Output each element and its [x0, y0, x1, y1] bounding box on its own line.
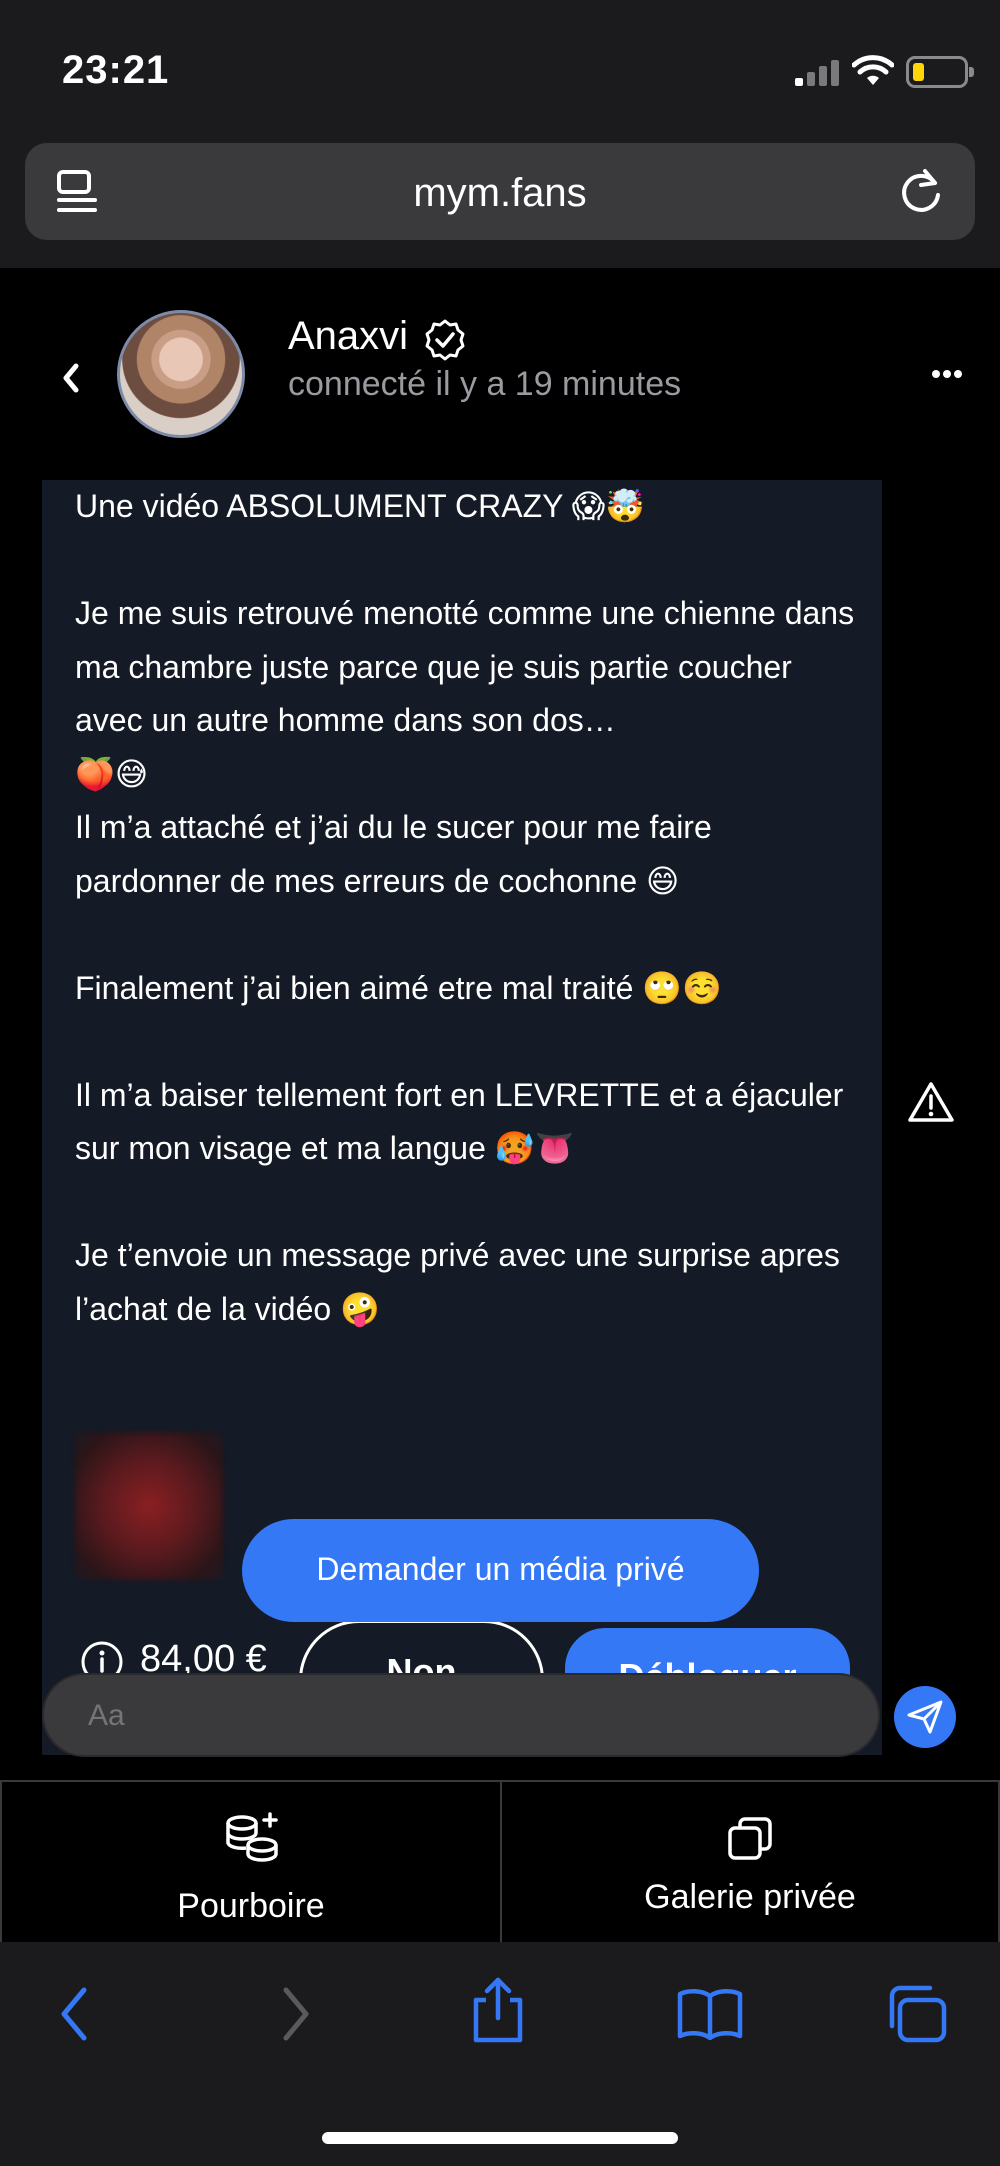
message-composer[interactable]	[42, 1673, 880, 1757]
tip-button[interactable]: Pourboire	[0, 1782, 502, 1944]
tip-label: Pourboire	[177, 1887, 325, 1925]
gallery-icon	[728, 1817, 772, 1860]
verified-badge-icon	[425, 319, 465, 361]
chat-page: Anaxvi connecté il y a 19 minutes Une vi…	[0, 268, 1000, 1944]
presence-status: connecté il y a 19 minutes	[288, 365, 682, 403]
locked-media-thumbnail[interactable]	[75, 1432, 223, 1580]
message-text: Une vidéo ABSOLUMENT CRAZY 😱🤯 Je me suis…	[75, 488, 855, 1327]
chevron-left-icon[interactable]	[56, 358, 86, 398]
reload-icon[interactable]	[897, 167, 945, 215]
browser-toolbar	[0, 1942, 1000, 2166]
battery-icon	[906, 56, 974, 88]
message-input[interactable]	[88, 1699, 788, 1733]
browser-back-icon[interactable]	[56, 1984, 96, 2044]
coins-icon	[226, 1812, 278, 1862]
home-indicator	[322, 2132, 678, 2144]
wifi-icon	[852, 55, 894, 85]
avatar[interactable]	[117, 310, 245, 438]
url-bar[interactable]: mym.fans	[25, 143, 975, 240]
share-icon[interactable]	[468, 1976, 528, 2046]
chat-actions: Pourboire Galerie privée	[0, 1780, 1000, 1944]
send-button[interactable]	[894, 1686, 956, 1748]
request-private-media-button[interactable]: Demander un média privé	[242, 1519, 759, 1622]
bookmarks-icon[interactable]	[676, 1988, 744, 2040]
more-options-icon[interactable]	[932, 369, 962, 379]
browser-forward-icon[interactable]	[274, 1984, 314, 2044]
private-gallery-button[interactable]: Galerie privée	[502, 1782, 1000, 1944]
gallery-label: Galerie privée	[644, 1878, 856, 1916]
browser-top-chrome: 23:21 mym.fans	[0, 0, 1000, 268]
report-warning-icon[interactable]	[907, 1080, 955, 1124]
url-text[interactable]: mym.fans	[25, 171, 975, 216]
cellular-signal-icon	[795, 60, 839, 86]
creator-name[interactable]: Anaxvi	[288, 314, 408, 359]
status-time: 23:21	[62, 48, 170, 92]
tabs-icon[interactable]	[886, 1984, 950, 2046]
send-icon	[907, 1700, 943, 1734]
